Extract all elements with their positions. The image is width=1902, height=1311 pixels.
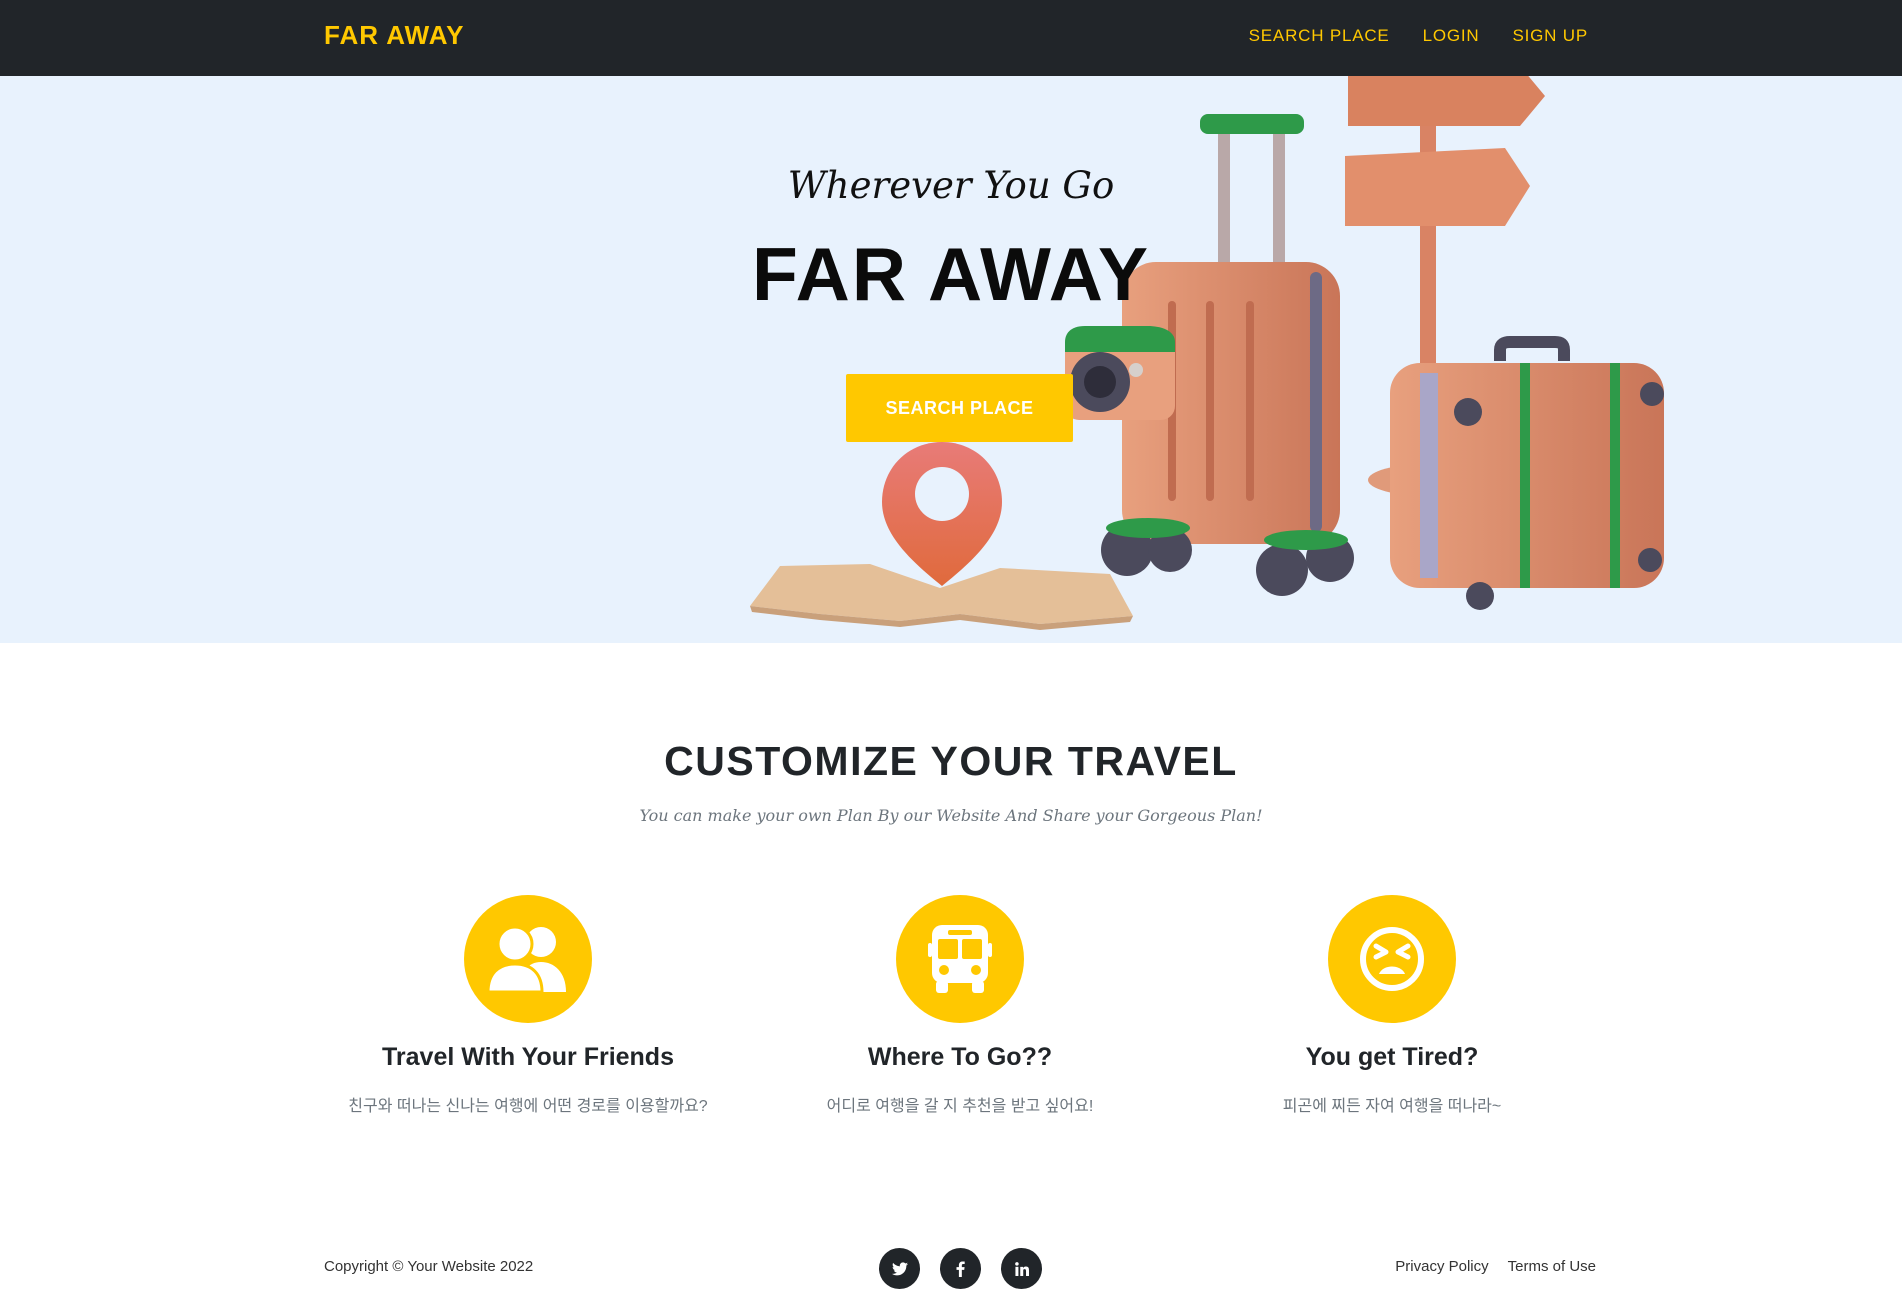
twitter-icon: [891, 1261, 908, 1275]
section-heading: CUSTOMIZE YOUR TRAVEL: [664, 738, 1238, 784]
nav-link-login[interactable]: LOGIN: [1423, 26, 1480, 46]
privacy-policy-link[interactable]: Privacy Policy: [1395, 1258, 1488, 1275]
service-title: You get Tired?: [1305, 1043, 1479, 1071]
social-links: [879, 1248, 1042, 1289]
hero-subheading: Wherever You Go: [787, 164, 1115, 207]
twitter-link[interactable]: [879, 1248, 920, 1289]
hard-suitcase-icon: [1390, 336, 1664, 610]
tired-face-icon: [1360, 927, 1424, 991]
location-pin-icon: [882, 442, 1002, 586]
service-title: Travel With Your Friends: [382, 1043, 674, 1071]
service-icon-circle: [464, 895, 592, 1023]
service-text: 어디로 여행을 갈 지 추천을 받고 싶어요!: [826, 1098, 1094, 1115]
service-text: 친구와 떠나는 신나는 여행에 어떤 경로를 이용할까요?: [348, 1098, 708, 1115]
facebook-link[interactable]: [940, 1248, 981, 1289]
terms-of-use-link[interactable]: Terms of Use: [1508, 1258, 1596, 1275]
service-item-friends: Travel With Your Friends 친구와 떠나는 신나는 여행에…: [308, 895, 748, 1116]
nav-link-sign-up[interactable]: SIGN UP: [1512, 26, 1588, 46]
service-item-where: Where To Go?? 어디로 여행을 갈 지 추천을 받고 싶어요!: [740, 895, 1180, 1116]
service-title: Where To Go??: [867, 1043, 1053, 1071]
service-text: 피곤에 찌든 자여 여행을 떠나라~: [1282, 1098, 1502, 1115]
brand-logo[interactable]: FAR AWAY: [324, 20, 464, 51]
nav-link-search-place[interactable]: SEARCH PLACE: [1249, 26, 1390, 46]
users-icon: [486, 925, 566, 994]
navbar: FAR AWAY SEARCH PLACE LOGIN SIGN UP: [0, 0, 1902, 76]
linkedin-link[interactable]: [1001, 1248, 1042, 1289]
travel-illustration: [750, 76, 1664, 630]
nav-links: SEARCH PLACE LOGIN SIGN UP: [1249, 26, 1588, 46]
linkedin-icon: [1014, 1261, 1029, 1276]
copyright-text: Copyright © Your Website 2022: [324, 1258, 534, 1275]
section-subheading: You can make your own Plan By our Websit…: [639, 806, 1263, 825]
bus-icon: [928, 925, 992, 993]
service-icon-circle: [1328, 895, 1456, 1023]
service-icon-circle: [896, 895, 1024, 1023]
camera-icon: [1065, 326, 1175, 420]
hero-heading: FAR AWAY: [751, 232, 1151, 316]
facebook-icon: [956, 1260, 965, 1277]
search-place-button[interactable]: SEARCH PLACE: [846, 374, 1073, 442]
hero-section: Wherever You Go FAR AWAY SEARCH PLACE: [0, 76, 1902, 643]
footer-links: Privacy Policy Terms of Use: [1395, 1258, 1596, 1275]
service-item-tired: You get Tired? 피곤에 찌든 자여 여행을 떠나라~: [1172, 895, 1612, 1116]
